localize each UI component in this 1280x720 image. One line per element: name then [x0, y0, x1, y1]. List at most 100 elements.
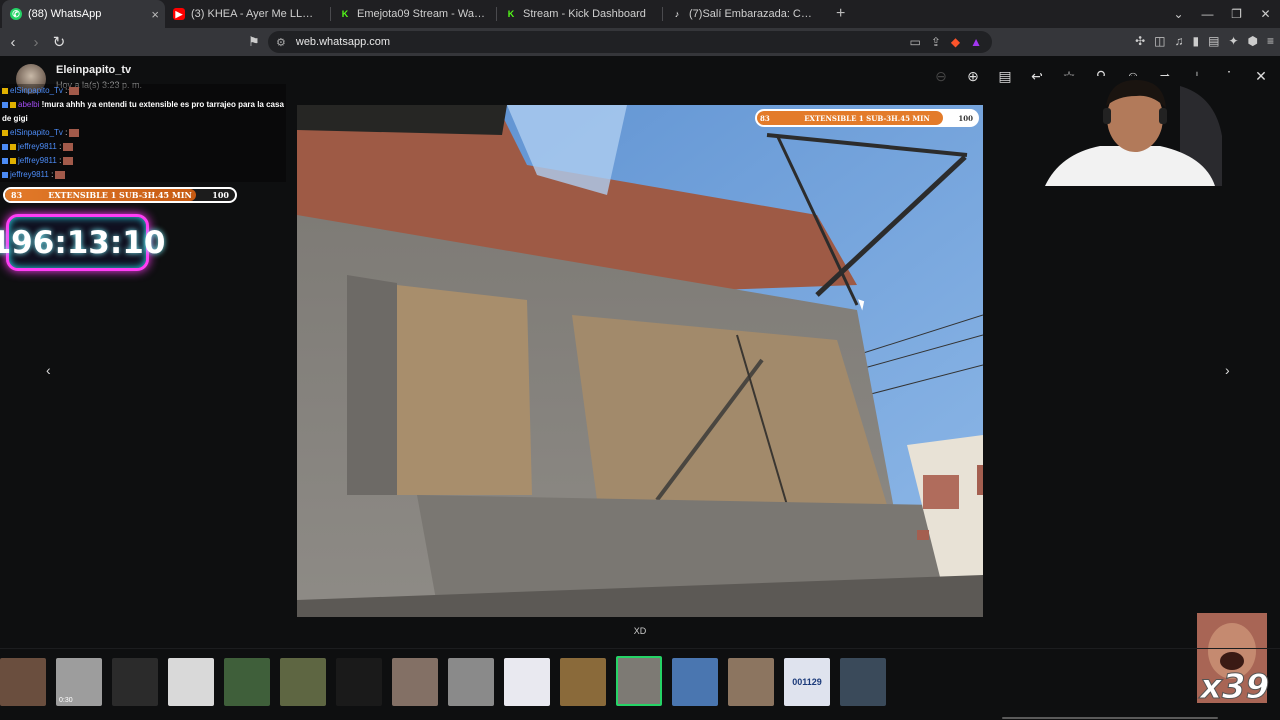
close-icon[interactable]: × [151, 7, 159, 22]
minimize-icon[interactable]: — [1193, 7, 1222, 21]
thumbnail[interactable] [672, 658, 718, 706]
back-icon[interactable]: ‹ [3, 34, 23, 51]
forward-icon[interactable]: › [26, 34, 46, 51]
tab-strip: ✆ (88) WhatsApp × ▶ (3) KHEA - Ayer Me L… [0, 0, 1280, 28]
chat-message: abelbi !mura ahhh ya entendi tu extensib… [0, 98, 286, 126]
media-thumbnail-strip: 0:30 001129 [0, 654, 1280, 710]
tab-kick-stream[interactable]: K Emejota09 Stream - Watch Live on Ki [331, 0, 496, 28]
next-media-button[interactable]: › [1225, 362, 1230, 378]
emote-icon [63, 142, 74, 151]
subathon-timer: 196:13:10 [0, 214, 165, 271]
window-controls: ⌄ — ❐ ✕ [1164, 0, 1280, 28]
thumbnail[interactable] [336, 658, 382, 706]
tab-title: (7)Salí Embarazada: Canción sobre E [689, 8, 817, 20]
badge-icon [10, 157, 16, 164]
tab-kick-dashboard[interactable]: K Stream - Kick Dashboard [497, 0, 662, 28]
building-photo: 83 EXTENSIBLE 1 SUB-3H.45 MIN 100 [297, 105, 983, 617]
video-duration: 0:30 [59, 697, 73, 704]
cast-icon[interactable]: ▭ [909, 35, 920, 49]
thumbnail[interactable] [448, 658, 494, 706]
kick-icon: K [341, 9, 349, 19]
chat-user: abelbi [18, 100, 40, 109]
sidebar-icon[interactable]: ▮ [1192, 34, 1199, 48]
site-info-icon[interactable]: ⚙ [276, 36, 286, 49]
media-image[interactable]: 83 EXTENSIBLE 1 SUB-3H.45 MIN 100 [297, 105, 983, 617]
close-window-icon[interactable]: ✕ [1251, 7, 1280, 21]
share-icon[interactable]: ⇪ [931, 35, 941, 49]
thumbnail[interactable] [168, 658, 214, 706]
chat-user: elSinpapito_Tv [10, 128, 63, 137]
new-tab-button[interactable]: + [836, 5, 845, 23]
badge-icon [10, 143, 16, 150]
media-viewer: Eleinpapito_tv Hoy a la(s) 3:23 p. m. ⊖ … [0, 56, 1280, 720]
chat-message: jeffrey9811 : [0, 168, 286, 182]
divider [0, 648, 1280, 649]
chat-text: : [51, 170, 54, 179]
brave-rewards-icon[interactable]: ▲ [970, 35, 982, 49]
chat-user: jeffrey9811 [18, 156, 57, 165]
stream-chat-overlay: elSinpapito_Tv : abelbi !mura ahhh ya en… [0, 84, 292, 182]
thumbnail-scrollbar[interactable] [1002, 717, 1218, 719]
thumbnail[interactable] [728, 658, 774, 706]
thumbnail[interactable] [224, 658, 270, 706]
vpn-icon[interactable]: ⬢ [1248, 34, 1258, 48]
bookmark-icon[interactable]: ⚑ [248, 34, 260, 50]
wallet-icon[interactable]: ▤ [1208, 34, 1219, 48]
photo-goal-right: 100 [958, 114, 973, 123]
youtube-icon: ▶ [173, 8, 185, 20]
badge-icon [2, 87, 8, 94]
previous-media-button[interactable]: ‹ [46, 362, 51, 378]
tab-title: (3) KHEA - Ayer Me LLamó Mi Ex ft. L [191, 8, 319, 20]
photo-goal-left: 83 [760, 114, 770, 123]
badge-icon [2, 129, 8, 136]
badge-icon [2, 101, 8, 108]
badge-icon [2, 157, 8, 164]
chat-text: : [65, 86, 68, 95]
tab-youtube[interactable]: ▶ (3) KHEA - Ayer Me LLamó Mi Ex ft. L [165, 0, 330, 28]
goal-label: EXTENSIBLE 1 SUB-3H.45 MIN [48, 190, 192, 200]
tab-search-icon[interactable]: ⌄ [1164, 7, 1193, 21]
badge-icon [10, 101, 16, 108]
zoom-in-icon[interactable]: ⊕ [964, 68, 982, 85]
media-caption: XD [633, 626, 647, 636]
go-to-message-icon[interactable]: ▤ [996, 68, 1014, 85]
thumbnail[interactable]: 0:30 [56, 658, 102, 706]
screenshot-icon[interactable]: ◫ [1154, 34, 1165, 48]
thumbnail[interactable] [840, 658, 886, 706]
kick-icon: K [507, 9, 515, 19]
thumbnail[interactable] [112, 658, 158, 706]
webcam-feed [1040, 76, 1230, 186]
thumbnail-selected[interactable] [616, 656, 662, 706]
address-bar[interactable]: ⚙ web.whatsapp.com ▭ ⇪ ◆ ▲ [268, 31, 992, 53]
menu-icon[interactable]: ≡ [1267, 34, 1274, 48]
sub-goal-bar: 83 EXTENSIBLE 1 SUB-3H.45 MIN 100 [3, 187, 237, 203]
whatsapp-icon: ✆ [10, 8, 22, 20]
close-icon[interactable]: ✕ [1252, 68, 1270, 85]
chat-message: elSinpapito_Tv : [0, 84, 286, 98]
extensions-icon[interactable]: ✣ [1135, 34, 1145, 48]
omnibox-actions: ▭ ⇪ ◆ ▲ [909, 35, 982, 49]
tab-title: Emejota09 Stream - Watch Live on Ki [357, 8, 485, 20]
emote-icon [69, 128, 80, 137]
emote-icon [69, 86, 80, 95]
thumbnail[interactable] [392, 658, 438, 706]
zoom-out-icon[interactable]: ⊖ [932, 68, 950, 85]
media-icon[interactable]: ♫ [1174, 34, 1183, 48]
reload-icon[interactable]: ↻ [49, 33, 69, 51]
thumbnail[interactable] [560, 658, 606, 706]
thumbnail-text: 001129 [784, 658, 830, 706]
thumbnail[interactable] [0, 658, 46, 706]
chat-text: : [59, 156, 62, 165]
tab-whatsapp[interactable]: ✆ (88) WhatsApp × [2, 0, 165, 28]
tab-tiktok[interactable]: ♪ (7)Salí Embarazada: Canción sobre E [663, 0, 828, 28]
badge-icon [2, 171, 8, 178]
brave-shield-icon[interactable]: ◆ [951, 35, 960, 49]
toolbar: ‹ › ↻ ⚑ ⚙ web.whatsapp.com ▭ ⇪ ◆ ▲ ✣ ◫ ♫… [0, 28, 1280, 56]
chat-text: : [65, 128, 68, 137]
emote-icon [55, 170, 66, 179]
thumbnail[interactable]: 001129 [784, 658, 830, 706]
thumbnail[interactable] [280, 658, 326, 706]
restore-icon[interactable]: ❐ [1222, 7, 1251, 21]
thumbnail[interactable] [504, 658, 550, 706]
leo-icon[interactable]: ✦ [1228, 34, 1238, 48]
